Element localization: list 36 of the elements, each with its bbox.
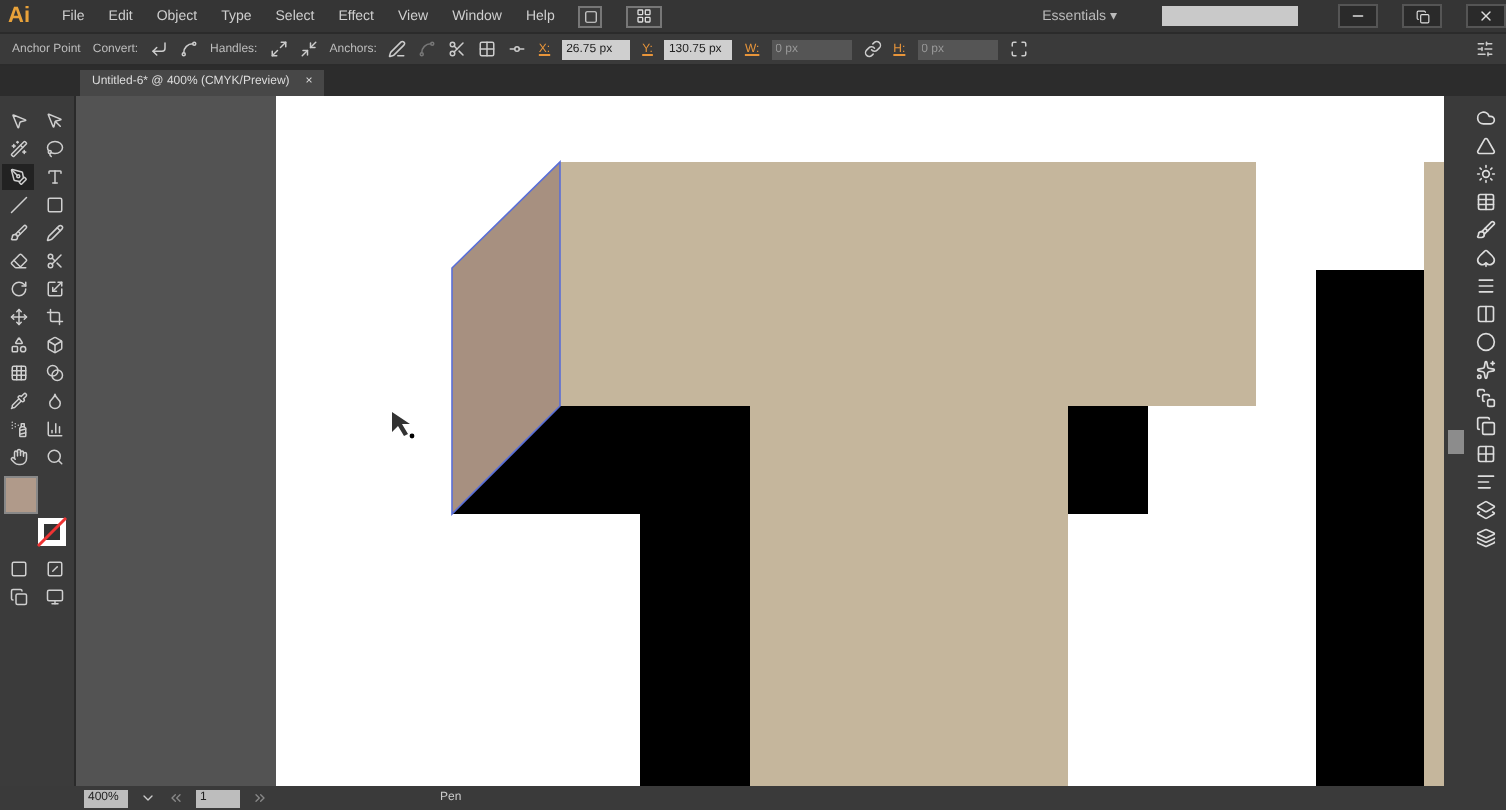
cut-path-icon[interactable]	[448, 40, 467, 58]
stack-icon[interactable]	[1476, 388, 1496, 408]
layers-icon[interactable]	[1476, 528, 1496, 548]
app-logo: Ai	[8, 4, 30, 28]
arrange-documents-icon[interactable]	[636, 8, 653, 24]
sun-icon[interactable]	[1476, 164, 1496, 184]
show-handles-icon[interactable]	[269, 40, 288, 58]
pen-tool-icon[interactable]	[2, 164, 34, 190]
zoom-dropdown-icon[interactable]	[140, 790, 156, 806]
link-icon[interactable]	[863, 40, 882, 58]
transform-icon[interactable]	[1009, 40, 1028, 58]
connect-anchor-icon[interactable]	[418, 40, 437, 58]
first-artboard-icon[interactable]	[168, 790, 184, 806]
spade-icon[interactable]	[1476, 248, 1496, 268]
sparkles-icon[interactable]	[1476, 360, 1496, 380]
lines-icon[interactable]	[1476, 276, 1496, 296]
squares-icon[interactable]	[1476, 500, 1496, 520]
fill-swatch[interactable]	[4, 476, 38, 514]
panel-options-icon[interactable]	[1476, 40, 1494, 58]
copy-icon[interactable]	[1476, 416, 1496, 436]
table-icon[interactable]	[1476, 192, 1496, 212]
hide-handles-icon[interactable]	[299, 40, 318, 58]
stroke-swatch[interactable]	[36, 516, 68, 548]
brush-icon[interactable]	[1476, 220, 1496, 240]
convert-smooth-icon[interactable]	[180, 40, 199, 58]
bridge-icon[interactable]	[583, 9, 598, 23]
triangle-icon[interactable]	[1476, 136, 1496, 156]
close-icon[interactable]	[1478, 8, 1494, 24]
restore-icon[interactable]	[1415, 9, 1429, 23]
cloud-icon[interactable]	[1476, 108, 1496, 128]
columns-icon[interactable]	[1476, 304, 1496, 324]
search-field[interactable]	[1162, 6, 1298, 26]
grid-icon[interactable]	[1476, 444, 1496, 464]
last-artboard-icon[interactable]	[252, 790, 268, 806]
anchor-point-icon[interactable]	[508, 40, 527, 58]
circle-icon[interactable]	[1476, 332, 1496, 352]
